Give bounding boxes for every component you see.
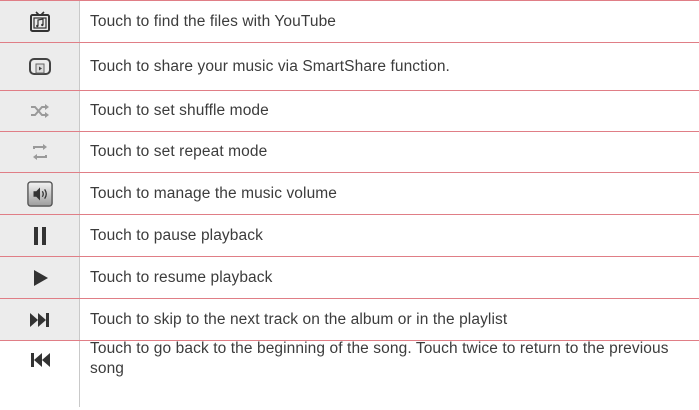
icon-cell — [0, 1, 80, 42]
smartshare-icon — [27, 54, 53, 80]
row-description: Touch to find the files with YouTube — [90, 12, 337, 30]
skip-previous-icon — [27, 347, 53, 373]
play-icon — [27, 265, 53, 291]
icon-description-table: Touch to find the files with YouTube Tou… — [0, 0, 699, 407]
icon-cell — [0, 299, 80, 340]
row-description: Touch to set repeat mode — [90, 143, 268, 160]
table-row: Touch to skip to the next track on the a… — [0, 299, 699, 341]
row-description: Touch to resume playback — [90, 268, 273, 286]
table-row: Touch to set shuffle mode — [0, 91, 699, 132]
table-row: Touch to set repeat mode — [0, 132, 699, 173]
repeat-icon — [27, 139, 53, 165]
row-description: Touch to pause playback — [90, 226, 263, 244]
table-row: Touch to find the files with YouTube — [0, 0, 699, 43]
table-row: Touch to pause playback — [0, 215, 699, 257]
row-description: Touch to go back to the beginning of the… — [90, 340, 669, 377]
row-description: Touch to set shuffle mode — [90, 102, 269, 119]
icon-cell — [0, 341, 80, 407]
row-description: Touch to manage the music volume — [90, 184, 338, 202]
icon-cell — [0, 132, 80, 172]
skip-next-icon — [27, 307, 53, 333]
shuffle-icon — [27, 98, 53, 124]
icon-cell — [0, 173, 80, 214]
youtube-tv-icon — [27, 9, 53, 35]
icon-cell — [0, 257, 80, 298]
table-row: Touch to resume playback — [0, 257, 699, 299]
icon-cell — [0, 215, 80, 256]
table-row: Touch to manage the music volume — [0, 173, 699, 215]
table-row: Touch to go back to the beginning of the… — [0, 340, 699, 407]
row-description: Touch to skip to the next track on the a… — [90, 310, 508, 328]
icon-cell — [0, 43, 80, 90]
icon-cell — [0, 91, 80, 131]
row-description: Touch to share your music via SmartShare… — [90, 57, 450, 75]
pause-icon — [27, 223, 53, 249]
volume-icon — [26, 180, 53, 207]
table-row: Touch to share your music via SmartShare… — [0, 43, 699, 91]
